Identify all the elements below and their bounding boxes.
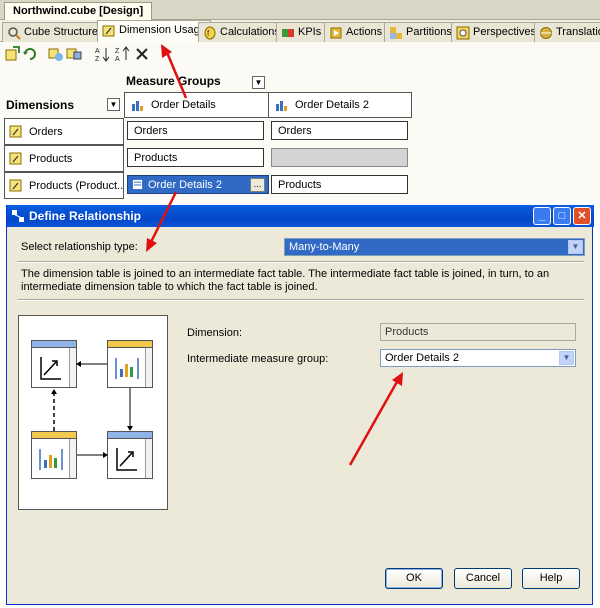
close-icon[interactable]: ✕ (573, 207, 591, 225)
measure-group-header[interactable]: Order Details (124, 92, 269, 118)
dimension-usage-grid: Measure Groups ▼ Dimensions ▼ Order Deta… (0, 66, 600, 200)
dimensions-label: Dimensions (6, 98, 75, 112)
calculations-icon: f (204, 26, 216, 40)
dimensions-dropdown-icon[interactable]: ▼ (107, 98, 120, 111)
relationship-type-label: Select relationship type: (21, 241, 138, 253)
svg-text:Z: Z (115, 48, 120, 55)
add-cube-dimension-icon[interactable] (4, 46, 20, 62)
dimension-name: Products (Product... (29, 179, 124, 192)
diagram-connectors (51, 361, 133, 458)
show-all-icon[interactable] (48, 46, 64, 62)
relationship-type-value: Many-to-Many (289, 241, 360, 253)
relationship-cell[interactable]: Orders (271, 121, 408, 140)
dimension-row[interactable]: Products (4, 145, 124, 172)
minimize-icon[interactable]: _ (533, 207, 551, 225)
sort-descending-icon[interactable]: ZA (114, 46, 130, 62)
dimension-icon (9, 179, 22, 191)
relationship-cell-selected[interactable]: Order Details 2 ... (127, 175, 269, 194)
separator (17, 261, 584, 263)
measure-group-icon (132, 101, 143, 111)
kpi-icon (282, 29, 294, 37)
designer-toolbar: AZ ZA (0, 42, 600, 66)
measure-groups-dropdown-icon[interactable]: ▼ (252, 76, 265, 89)
dialog-title: Define Relationship (29, 209, 142, 223)
ellipsis-button[interactable]: ... (250, 178, 265, 192)
maximize-icon[interactable]: □ (553, 207, 571, 225)
help-button[interactable]: Help (522, 568, 580, 589)
relationship-cell[interactable]: Orders (127, 121, 264, 140)
intermediate-measure-group-value: Order Details 2 (385, 352, 459, 364)
cancel-button[interactable]: Cancel (454, 568, 512, 589)
relationship-icon (12, 210, 24, 222)
tab-translations[interactable]: Translation (534, 22, 600, 42)
refresh-icon[interactable] (22, 46, 38, 62)
relationship-cell[interactable]: Products (271, 175, 408, 194)
dimension-row[interactable]: Orders (4, 118, 124, 145)
dimension-name: Products (29, 152, 73, 165)
relationship-description: The dimension table is joined to an inte… (21, 268, 550, 293)
separator (17, 299, 584, 301)
dimension-name: Orders (29, 125, 63, 138)
relationship-cell-value: Order Details 2 (148, 178, 222, 191)
dimension-icon (9, 152, 22, 164)
tab-cube-structure[interactable]: Cube Structure (2, 22, 103, 42)
tab-kpis[interactable]: KPIs (276, 22, 327, 42)
actions-icon (330, 27, 342, 39)
tab-label: Actions (346, 26, 383, 38)
document-tab[interactable]: Northwind.cube [Design] (4, 2, 153, 20)
dimension-row[interactable]: Products (Product... (4, 172, 124, 199)
dimension-label: Dimension: (187, 327, 243, 339)
tab-calculations[interactable]: f Calculations (198, 22, 285, 42)
tab-label: Dimension Usage (119, 24, 206, 36)
many-to-many-icon (132, 179, 143, 190)
relationship-type-select[interactable]: Many-to-Many ▼ (284, 238, 585, 256)
tab-label: KPIs (298, 26, 322, 38)
define-relationship-dialog: Define Relationship _ □ ✕ Select relatio… (6, 205, 594, 605)
sort-ascending-icon[interactable]: AZ (94, 46, 110, 62)
measure-group-name: Order Details (151, 99, 216, 111)
tab-label: Cube Structure (24, 26, 98, 38)
dialog-title-bar: Define Relationship (7, 205, 594, 227)
dimension-field: Products (380, 323, 576, 341)
dimension-usage-icon (102, 25, 115, 37)
intermediate-measure-group-select[interactable]: Order Details 2 ▼ (380, 349, 576, 367)
chevron-down-icon[interactable]: ▼ (568, 240, 583, 254)
svg-text:Z: Z (95, 56, 100, 62)
partitions-icon (390, 27, 402, 39)
measure-groups-label: Measure Groups (126, 74, 221, 88)
tab-actions[interactable]: Actions (324, 22, 388, 42)
designer-tab-strip: Cube Structure Dimension Usage f Calcula… (0, 20, 600, 42)
tab-label: Calculations (220, 26, 280, 38)
tab-partitions[interactable]: Partitions (384, 22, 457, 42)
intermediate-measure-group-label: Intermediate measure group: (187, 353, 329, 365)
relationship-diagram (18, 315, 168, 510)
measure-group-header[interactable]: Order Details 2 (268, 92, 412, 118)
hide-unrelated-icon[interactable] (66, 46, 82, 62)
cube-structure-icon (8, 27, 21, 40)
svg-text:A: A (95, 48, 100, 55)
measure-group-icon (276, 101, 287, 111)
tab-label: Partitions (406, 26, 452, 38)
document-tab-strip: Northwind.cube [Design] (0, 0, 600, 20)
tab-label: Translation (556, 26, 600, 38)
dimension-icon (9, 125, 22, 137)
svg-text:A: A (115, 56, 120, 62)
relationship-cell[interactable]: Products (127, 148, 264, 167)
ok-button[interactable]: OK (385, 568, 443, 589)
tab-dimension-usage[interactable]: Dimension Usage (97, 20, 211, 42)
tab-perspectives[interactable]: Perspectives (451, 22, 541, 42)
translations-icon (540, 27, 552, 39)
relationship-cell-empty[interactable] (271, 148, 408, 167)
measure-group-name: Order Details 2 (295, 99, 369, 111)
delete-icon[interactable] (134, 46, 150, 62)
tab-label: Perspectives (473, 26, 536, 38)
chevron-down-icon[interactable]: ▼ (559, 351, 574, 365)
perspectives-icon (456, 26, 470, 40)
